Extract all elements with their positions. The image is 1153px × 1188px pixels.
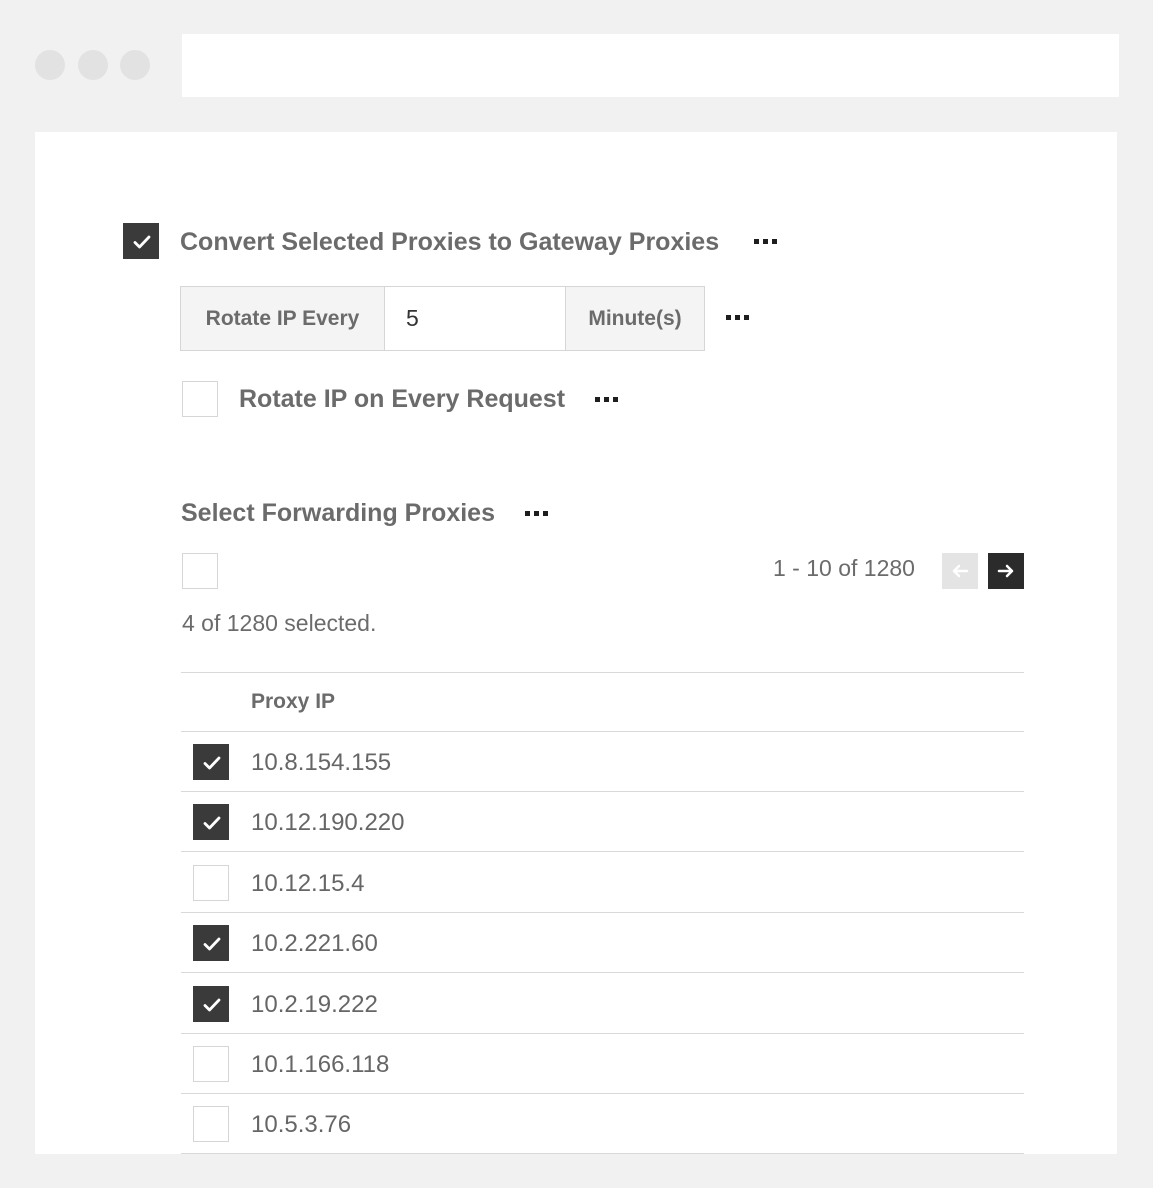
window-dot-icon xyxy=(120,50,150,80)
checkmark-icon xyxy=(203,937,221,951)
select-all-checkbox[interactable] xyxy=(182,553,218,589)
arrow-left-icon xyxy=(952,564,969,578)
proxy-ip-cell: 10.1.166.118 xyxy=(251,1051,390,1078)
table-row[interactable]: 10.1.166.118 xyxy=(181,1034,1024,1094)
more-dots-icon[interactable] xyxy=(726,315,749,320)
column-header-proxy-ip: Proxy IP xyxy=(251,690,336,713)
convert-gateway-label: Convert Selected Proxies to Gateway Prox… xyxy=(180,228,720,256)
rotate-interval-unit: Minute(s) xyxy=(565,287,704,350)
rotate-interval-prefix: Rotate IP Every xyxy=(181,287,385,350)
checkmark-icon xyxy=(203,816,221,830)
row-checkbox[interactable] xyxy=(193,744,229,780)
checkmark-icon xyxy=(133,235,151,249)
checkmark-icon xyxy=(203,998,221,1011)
proxy-ip-cell: 10.12.190.220 xyxy=(251,809,405,837)
convert-gateway-checkbox[interactable] xyxy=(123,223,159,259)
table-row[interactable]: 10.5.3.76 xyxy=(181,1094,1024,1154)
proxy-ip-cell: 10.2.19.222 xyxy=(251,990,378,1018)
checkmark-icon xyxy=(203,756,221,770)
arrow-right-icon xyxy=(997,564,1014,578)
row-checkbox[interactable] xyxy=(193,864,229,901)
pagination-range: 1 - 10 of 1280 xyxy=(773,555,915,581)
next-page-button[interactable] xyxy=(988,553,1024,589)
table-row[interactable]: 10.12.190.220 xyxy=(181,792,1024,853)
gateway-settings-panel: Convert Selected Proxies to Gateway Prox… xyxy=(35,132,1117,1154)
table-row[interactable]: 10.8.154.155 xyxy=(181,732,1024,792)
rotate-interval-input-group: Rotate IP Every Minute(s) xyxy=(180,286,705,351)
proxy-ip-cell: 10.2.221.60 xyxy=(251,930,378,958)
row-checkbox[interactable] xyxy=(193,1046,229,1082)
rotate-every-request-checkbox[interactable] xyxy=(182,381,218,417)
table-row[interactable]: 10.2.221.60 xyxy=(181,913,1024,974)
selected-count: 4 of 1280 selected. xyxy=(182,610,377,636)
window-dot-icon xyxy=(35,50,65,80)
more-dots-icon[interactable] xyxy=(525,511,548,516)
proxy-ip-cell: 10.12.15.4 xyxy=(251,869,365,897)
rotate-interval-input[interactable] xyxy=(385,287,565,350)
previous-page-button[interactable] xyxy=(942,553,978,589)
row-checkbox[interactable] xyxy=(193,1106,229,1143)
row-checkbox[interactable] xyxy=(193,804,229,841)
more-dots-icon[interactable] xyxy=(754,239,777,244)
more-dots-icon[interactable] xyxy=(595,397,618,402)
row-checkbox[interactable] xyxy=(193,985,229,1022)
forwarding-section-title: Select Forwarding Proxies xyxy=(181,499,495,527)
window-dot-icon xyxy=(78,50,108,80)
proxy-ip-cell: 10.5.3.76 xyxy=(251,1111,352,1139)
proxy-ip-cell: 10.8.154.155 xyxy=(251,749,392,776)
rotate-every-request-label: Rotate IP on Every Request xyxy=(239,385,566,413)
table-row[interactable]: 10.2.19.222 xyxy=(181,974,1024,1034)
address-bar[interactable] xyxy=(182,34,1119,97)
row-checkbox[interactable] xyxy=(193,925,229,962)
table-top-divider xyxy=(181,672,1024,673)
table-row[interactable]: 10.12.15.4 xyxy=(181,853,1024,913)
